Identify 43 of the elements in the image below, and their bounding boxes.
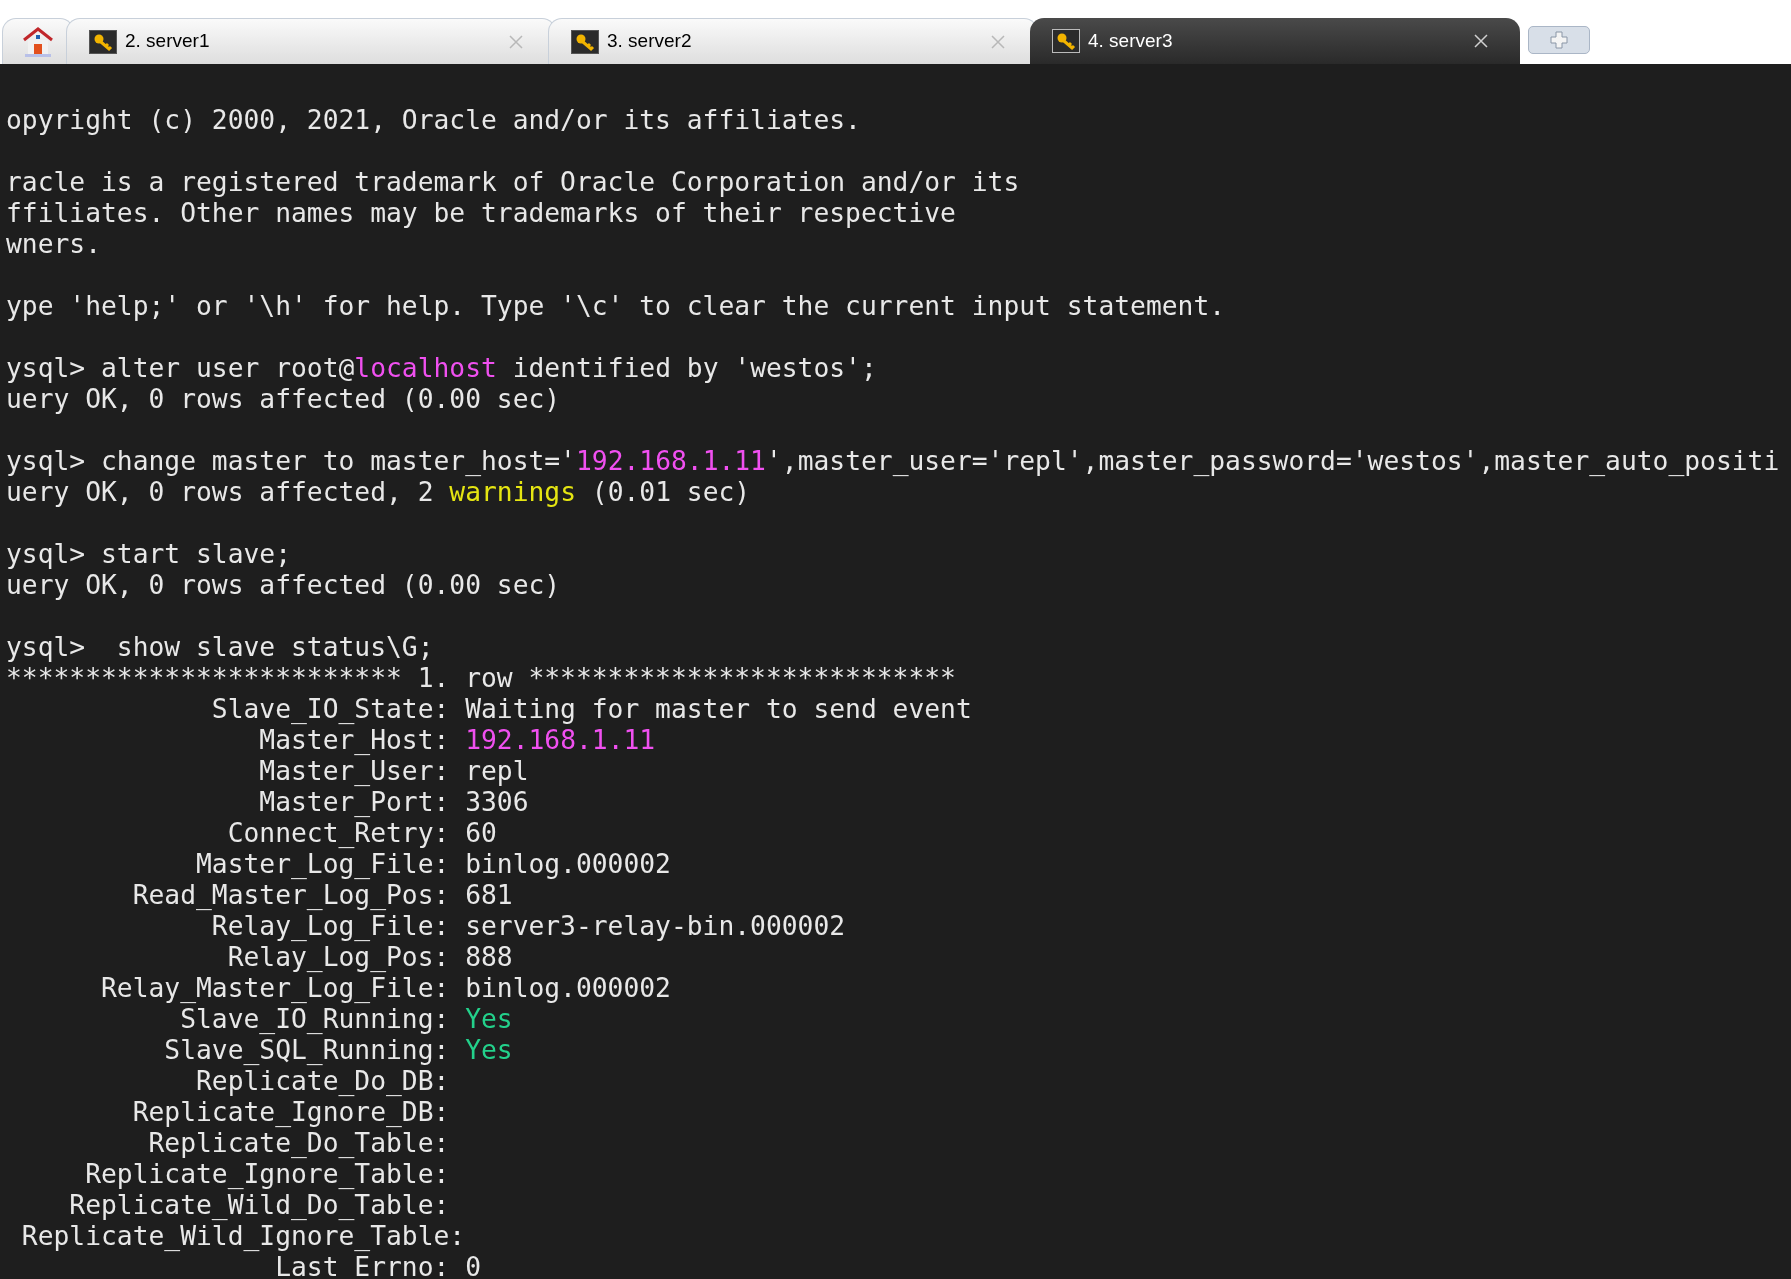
- home-icon: [21, 25, 55, 58]
- terminal-line: Master_Port: 3306: [258, 787, 529, 818]
- terminal-line: ysql> start slave;: [6, 539, 291, 570]
- terminal-line: Relay_Log_Pos: 888: [226, 942, 513, 973]
- terminal-line: Replicate_Do_DB:: [195, 1066, 450, 1097]
- plus-icon: [1550, 31, 1568, 49]
- key-icon: [89, 29, 117, 54]
- terminal-line: Last_Errno: 0: [274, 1252, 481, 1279]
- terminal-line: Replicate_Do_Table:: [147, 1128, 450, 1159]
- terminal-line: Slave_IO_State: Waiting for master to send event: [210, 694, 972, 725]
- terminal-line: opyright (c) 2000, 2021, Oracle and/or its affiliates.: [6, 105, 861, 136]
- terminal-line: Relay_Master_Log_File: binlog.000002: [100, 973, 671, 1004]
- terminal-line: Master_User: repl: [258, 756, 529, 787]
- new-tab-button[interactable]: [1528, 26, 1590, 54]
- terminal-line: ysql> show slave status\G;: [6, 632, 434, 663]
- session-tab[interactable]: 4. server3: [1030, 18, 1520, 64]
- terminal-line: Replicate_Ignore_DB:: [131, 1097, 450, 1128]
- terminal-line: wners.: [6, 229, 101, 260]
- key-icon: [1052, 29, 1080, 53]
- terminal-line: Replicate_Wild_Ignore_Table:: [20, 1221, 466, 1252]
- terminal-line: uery OK, 0 rows affected (0.00 sec): [6, 570, 561, 601]
- terminal-line: racle is a registered trademark of Oracle Corporation and/or its: [6, 167, 1020, 198]
- terminal-line: Connect_Retry: 60: [226, 818, 497, 849]
- terminal-line: ************************* 1. row ***************************: [6, 663, 956, 694]
- tab-label: 3. server2: [607, 29, 693, 54]
- terminal-line: ffiliates. Other names may be trademarks of their respective: [6, 198, 956, 229]
- tab-label: 4. server3: [1088, 28, 1174, 53]
- terminal-line: Read_Master_Log_Pos: 681: [131, 880, 513, 911]
- terminal-line: ysql> alter user root@localhost identified by 'westos';: [6, 353, 877, 384]
- terminal-line: Relay_Log_File: server3-relay-bin.000002: [210, 911, 846, 942]
- close-icon[interactable]: [1474, 34, 1488, 48]
- terminal-line: ype 'help;' or '\h' for help. Type '\c' to clear the current input statement.: [6, 291, 1226, 322]
- terminal-line: Master_Log_File: binlog.000002: [195, 849, 671, 880]
- tab-label: 2. server1: [125, 29, 211, 54]
- terminal-line: ysql> change master to master_host='192.168.1.11',master_user='repl',master_password='westos',master_auto_positi: [6, 446, 1780, 477]
- terminal-line: Master_Host: 192.168.1.11: [258, 725, 656, 756]
- terminal-line: Replicate_Wild_Do_Table:: [68, 1190, 450, 1221]
- terminal-line: Replicate_Ignore_Table:: [84, 1159, 450, 1190]
- terminal-line: Slave_IO_Running: Yes: [179, 1004, 513, 1035]
- terminal-line: Slave_SQL_Running: Yes: [163, 1035, 513, 1066]
- terminal-line: uery OK, 0 rows affected, 2 warnings (0.01 sec): [6, 477, 751, 508]
- terminal-line: uery OK, 0 rows affected (0.00 sec): [6, 384, 561, 415]
- key-icon: [571, 29, 599, 54]
